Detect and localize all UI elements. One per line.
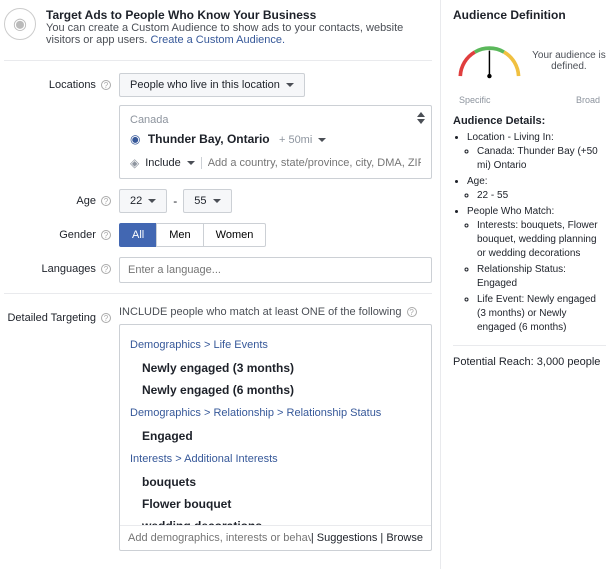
audience-status: Your audience is defined. [532,50,606,72]
create-custom-audience-link[interactable]: Create a Custom Audience. [151,34,286,46]
age-max-dropdown[interactable]: 55 [183,189,231,213]
browse-link[interactable]: Browse [386,532,423,544]
gender-all-button[interactable]: All [119,223,157,247]
help-icon[interactable]: ? [101,264,111,274]
targeting-category[interactable]: Demographics > Life Events [130,339,421,351]
potential-reach: Potential Reach: 3,000 people [453,356,606,368]
help-icon[interactable]: ? [101,313,111,323]
help-icon[interactable]: ? [101,230,111,240]
scroll-up-icon[interactable] [417,112,425,117]
targeting-item[interactable]: bouquets [130,471,421,493]
audience-details-title: Audience Details: [453,115,606,127]
location-type-dropdown[interactable]: People who live in this location [119,73,305,97]
help-icon[interactable]: ? [407,307,417,317]
locations-box: Canada ◉ Thunder Bay, Ontario + 50mi ◈ I… [119,105,432,179]
audience-definition-title: Audience Definition [453,8,606,22]
help-icon[interactable]: ? [101,80,111,90]
targeting-category[interactable]: Interests > Additional Interests [130,453,421,465]
header-text: Target Ads to People Who Know Your Busin… [46,8,432,46]
targeting-add-input[interactable] [128,532,311,544]
gender-women-button[interactable]: Women [203,223,267,247]
gender-segmented: All Men Women [119,223,432,247]
chevron-down-icon [286,83,294,87]
targeting-item[interactable]: wedding decorations [130,515,421,525]
location-city[interactable]: Thunder Bay, Ontario [148,132,270,146]
audience-icon: ◉ [4,8,36,40]
suggestions-link[interactable]: Suggestions [317,532,378,544]
targeting-item[interactable]: Newly engaged (3 months) [130,357,421,379]
help-icon[interactable]: ? [101,196,111,206]
targeting-category[interactable]: Demographics > Relationship > Relationsh… [130,407,421,419]
targeting-item[interactable]: Flower bouquet [130,493,421,515]
age-min-dropdown[interactable]: 22 [119,189,167,213]
location-country: Canada [130,114,421,126]
pin-icon: ◉ [130,132,140,146]
header-title: Target Ads to People Who Know Your Busin… [46,8,316,22]
languages-input[interactable] [119,257,432,283]
targeting-scroll[interactable]: Demographics > Life Events Newly engaged… [120,325,431,525]
location-radius[interactable]: + 50mi [279,134,326,146]
include-dropdown[interactable]: Include [145,157,201,169]
scroll-down-icon[interactable] [417,119,425,124]
audience-details-list: Location - Living In: Canada: Thunder Ba… [453,131,606,335]
targeting-box: Demographics > Life Events Newly engaged… [119,324,432,551]
targeting-item[interactable]: Newly engaged (6 months) [130,379,421,401]
pin-outline-icon: ◈ [130,156,139,170]
location-input[interactable] [208,157,421,169]
targeting-item[interactable]: Engaged [130,425,421,447]
audience-gauge [453,34,526,89]
gender-men-button[interactable]: Men [156,223,203,247]
